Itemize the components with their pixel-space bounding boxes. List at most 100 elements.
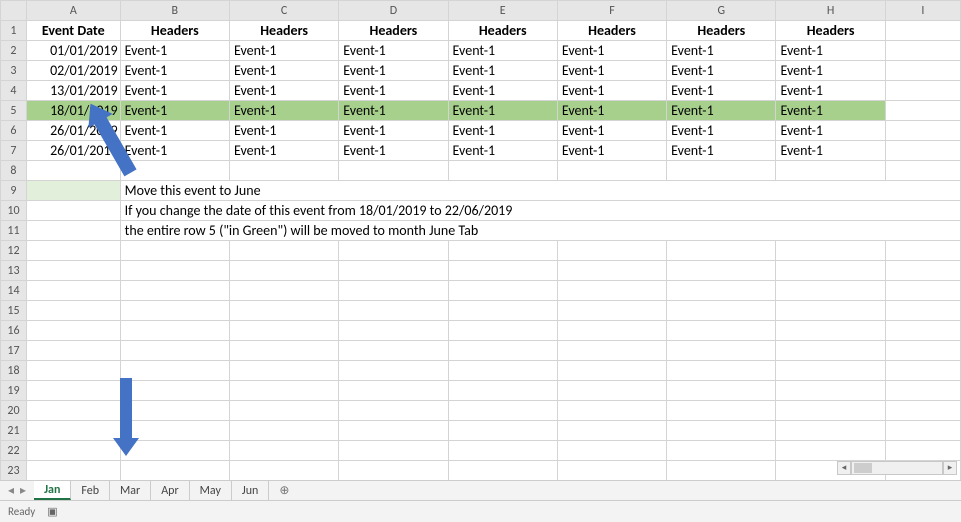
- cell[interactable]: [26, 241, 120, 261]
- row-header-4[interactable]: 4: [1, 81, 27, 101]
- cell[interactable]: [26, 361, 120, 381]
- cell[interactable]: Event-1: [120, 121, 229, 141]
- cell[interactable]: [120, 341, 229, 361]
- row-header-22[interactable]: 22: [1, 441, 27, 461]
- cell[interactable]: [339, 381, 448, 401]
- row-header-19[interactable]: 19: [1, 381, 27, 401]
- cell[interactable]: [26, 441, 120, 461]
- cell[interactable]: Event-1: [776, 101, 885, 121]
- cell[interactable]: [448, 301, 557, 321]
- cell[interactable]: [885, 261, 960, 281]
- row-header-16[interactable]: 16: [1, 321, 27, 341]
- cell[interactable]: [885, 41, 960, 61]
- cell[interactable]: Event-1: [448, 61, 557, 81]
- scroll-track[interactable]: [851, 461, 943, 475]
- cell[interactable]: [557, 421, 666, 441]
- cell[interactable]: [885, 341, 960, 361]
- col-header-I[interactable]: I: [885, 1, 960, 21]
- cell[interactable]: Headers: [120, 21, 229, 41]
- cell[interactable]: [26, 201, 120, 221]
- cell[interactable]: [448, 401, 557, 421]
- cell[interactable]: [776, 281, 885, 301]
- cell[interactable]: [26, 421, 120, 441]
- cell[interactable]: Event-1: [339, 121, 448, 141]
- sheet-tab-feb[interactable]: Feb: [71, 481, 110, 500]
- cell[interactable]: Event-1: [557, 101, 666, 121]
- cell[interactable]: [26, 341, 120, 361]
- cell[interactable]: [26, 401, 120, 421]
- cell[interactable]: Event Date: [26, 21, 120, 41]
- cell[interactable]: [339, 461, 448, 481]
- cell[interactable]: [229, 341, 338, 361]
- cell[interactable]: Event-1: [339, 61, 448, 81]
- cell[interactable]: [776, 341, 885, 361]
- cell[interactable]: Event-1: [776, 121, 885, 141]
- cell[interactable]: [885, 81, 960, 101]
- cell[interactable]: [120, 361, 229, 381]
- cell[interactable]: [229, 381, 338, 401]
- cell[interactable]: [26, 161, 120, 181]
- cell[interactable]: [339, 281, 448, 301]
- cell[interactable]: Event-1: [557, 121, 666, 141]
- cell-note[interactable]: Move this event to June: [120, 181, 960, 201]
- cell[interactable]: [776, 301, 885, 321]
- cell[interactable]: [448, 321, 557, 341]
- cell[interactable]: [229, 241, 338, 261]
- cell[interactable]: [120, 461, 229, 481]
- select-all-cell[interactable]: [1, 1, 27, 21]
- cell[interactable]: [776, 161, 885, 181]
- cell[interactable]: Event-1: [667, 41, 776, 61]
- cell[interactable]: [26, 461, 120, 481]
- cell[interactable]: [557, 441, 666, 461]
- cell[interactable]: Event-1: [448, 101, 557, 121]
- cell[interactable]: [557, 361, 666, 381]
- cell[interactable]: [885, 441, 960, 461]
- cell[interactable]: [448, 361, 557, 381]
- cell[interactable]: Event-1: [120, 101, 229, 121]
- cell[interactable]: [776, 381, 885, 401]
- cell[interactable]: [339, 261, 448, 281]
- row-header-9[interactable]: 9: [1, 181, 27, 201]
- cell[interactable]: [26, 381, 120, 401]
- cell[interactable]: [448, 241, 557, 261]
- cell[interactable]: Event-1: [667, 61, 776, 81]
- cell[interactable]: Event-1: [229, 141, 338, 161]
- cell[interactable]: Event-1: [448, 41, 557, 61]
- cell[interactable]: [667, 401, 776, 421]
- cell[interactable]: [448, 381, 557, 401]
- cell[interactable]: [339, 441, 448, 461]
- cell[interactable]: [885, 401, 960, 421]
- row-header-18[interactable]: 18: [1, 361, 27, 381]
- cell[interactable]: [120, 301, 229, 321]
- row-header-7[interactable]: 7: [1, 141, 27, 161]
- cell[interactable]: [448, 441, 557, 461]
- cell[interactable]: [885, 161, 960, 181]
- cell[interactable]: [120, 261, 229, 281]
- row-header-3[interactable]: 3: [1, 61, 27, 81]
- cell[interactable]: [885, 141, 960, 161]
- cell[interactable]: [26, 301, 120, 321]
- cell[interactable]: Event-1: [667, 101, 776, 121]
- new-sheet-button[interactable]: ⊕: [269, 483, 299, 498]
- cell-note[interactable]: If you change the date of this event fro…: [120, 201, 960, 221]
- cell[interactable]: [120, 161, 229, 181]
- cell[interactable]: [776, 441, 885, 461]
- cell[interactable]: Headers: [448, 21, 557, 41]
- cell[interactable]: [557, 341, 666, 361]
- cell[interactable]: [557, 401, 666, 421]
- cell[interactable]: Event-1: [339, 81, 448, 101]
- cell[interactable]: Event-1: [120, 81, 229, 101]
- cell[interactable]: [557, 161, 666, 181]
- cell[interactable]: Headers: [229, 21, 338, 41]
- cell[interactable]: [667, 421, 776, 441]
- tab-nav-prev-icon[interactable]: ◂: [8, 483, 14, 498]
- cell[interactable]: Event-1: [667, 81, 776, 101]
- cell[interactable]: Event-1: [667, 141, 776, 161]
- sheet-tab-mar[interactable]: Mar: [110, 481, 151, 500]
- row-header-5[interactable]: 5: [1, 101, 27, 121]
- cell[interactable]: [120, 321, 229, 341]
- cell[interactable]: [557, 281, 666, 301]
- spreadsheet-grid[interactable]: A B C D E F G H I 1 Event Date Headers H…: [0, 0, 961, 480]
- cell[interactable]: [339, 361, 448, 381]
- cell[interactable]: [667, 301, 776, 321]
